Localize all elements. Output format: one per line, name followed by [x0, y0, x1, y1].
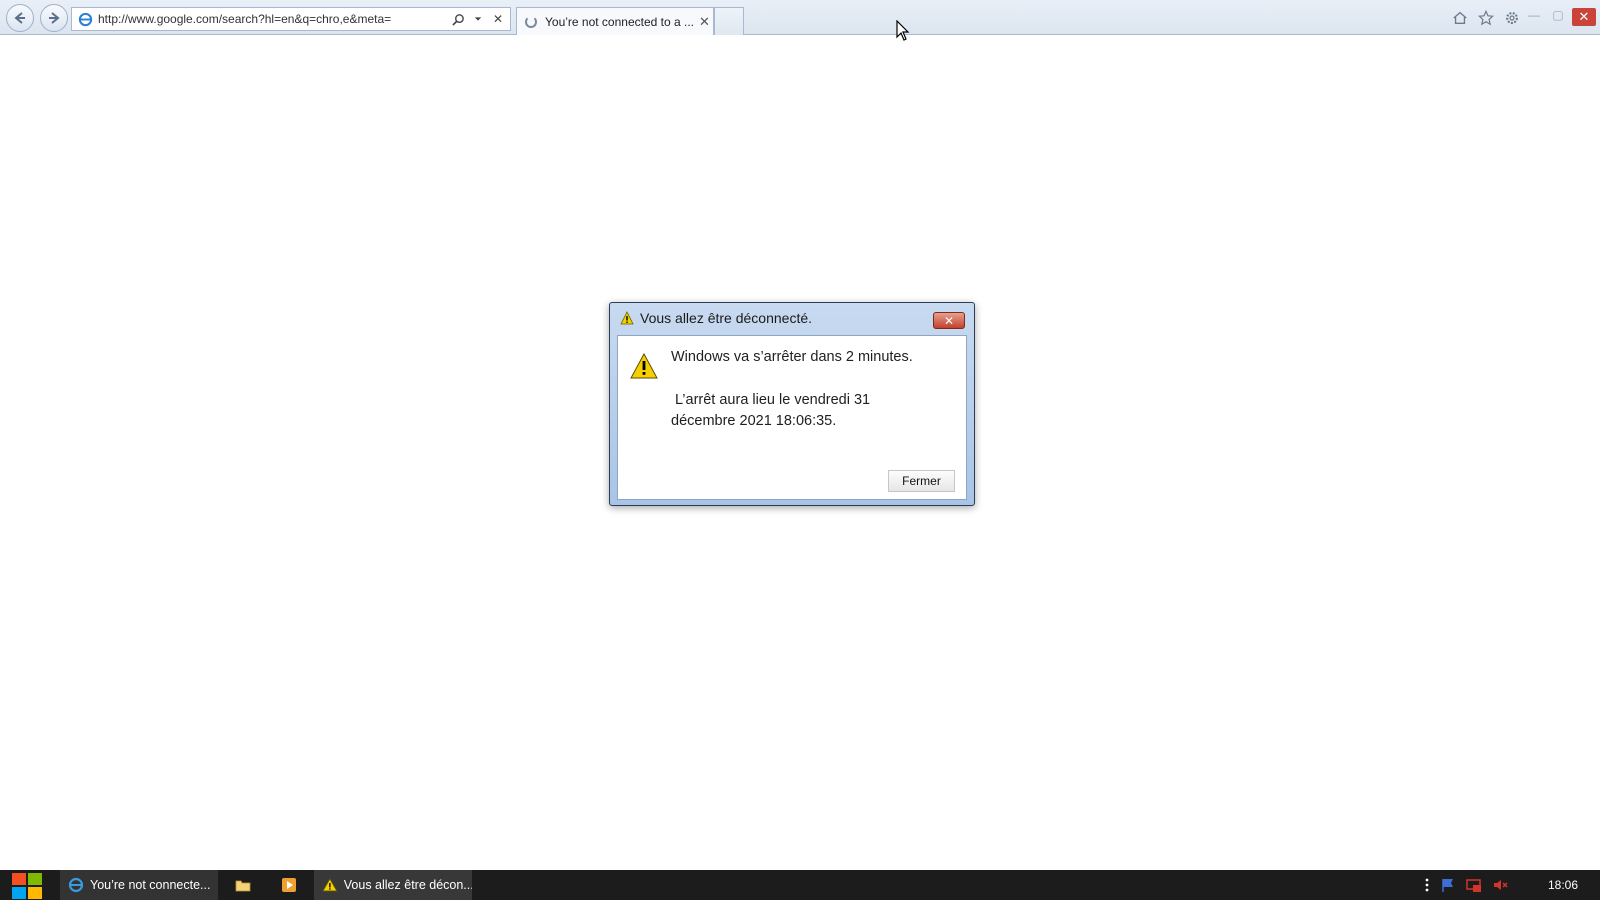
stop-icon[interactable]: ✕	[490, 11, 506, 27]
window-close-icon[interactable]: ✕	[1572, 8, 1596, 26]
maximize-icon[interactable]: ▢	[1548, 8, 1568, 22]
dialog-titlebar[interactable]: Vous allez être déconnecté.	[610, 303, 974, 333]
ie-icon	[68, 877, 84, 893]
toolbar-right-icons	[1450, 8, 1522, 28]
favorites-star-icon[interactable]	[1476, 8, 1496, 28]
taskbar-item-label: Vous allez être décon...	[343, 878, 472, 892]
dialog-message-primary: Windows va s’arrêter dans 2 minutes.	[671, 349, 913, 365]
tab-title: You’re not connected to a ...	[545, 14, 694, 29]
warning-small-icon	[620, 311, 634, 325]
new-tab-button[interactable]	[714, 7, 744, 35]
network-icon[interactable]	[1466, 877, 1482, 893]
shutdown-dialog: Vous allez être déconnecté. ✕ Windows va…	[609, 302, 975, 506]
back-button[interactable]	[6, 4, 34, 32]
fermer-button[interactable]: Fermer	[888, 470, 955, 492]
warning-icon	[322, 878, 338, 892]
dialog-body: Windows va s’arrêter dans 2 minutes. L’a…	[617, 335, 967, 500]
dropdown-chevron-icon[interactable]	[470, 11, 486, 27]
taskbar-item-label: You’re not connecte...	[90, 878, 211, 892]
loading-spinner-icon	[525, 15, 537, 28]
back-arrow-icon	[14, 12, 25, 24]
tab-close-icon[interactable]: ✕	[699, 14, 710, 30]
ie-page-icon	[76, 10, 94, 28]
tab-active[interactable]: You’re not connected to a ... ✕	[516, 7, 714, 35]
gear-icon[interactable]	[1502, 8, 1522, 28]
volume-muted-icon[interactable]	[1492, 877, 1508, 893]
media-player-icon	[282, 878, 296, 892]
taskbar-item-explorer[interactable]	[228, 870, 258, 900]
action-center-flag-icon[interactable]	[1440, 877, 1456, 893]
search-icon[interactable]	[450, 11, 466, 27]
dialog-message-secondary: L’arrêt aura lieu le vendredi 31 décembr…	[671, 392, 871, 429]
tray-overflow-icon[interactable]	[1424, 877, 1430, 893]
taskbar-item-dialog[interactable]: Vous allez être décon...	[314, 870, 472, 900]
browser-toolbar: http://www.google.com/search?hl=en&q=chr…	[0, 0, 1600, 35]
dialog-close-button[interactable]: ✕	[933, 312, 965, 329]
address-bar[interactable]: http://www.google.com/search?hl=en&q=chr…	[71, 7, 511, 31]
start-button-windows-logo-icon[interactable]	[10, 872, 44, 900]
folder-icon	[235, 880, 251, 892]
taskbar-clock[interactable]: 18:06	[1548, 878, 1578, 892]
dialog-title: Vous allez être déconnecté.	[640, 310, 813, 326]
taskbar-item-media-player[interactable]	[274, 870, 304, 900]
system-tray: 18:06	[1424, 870, 1588, 900]
forward-button[interactable]	[40, 4, 68, 32]
taskbar: You’re not connecte... Vous allez être d…	[0, 870, 1600, 900]
home-icon[interactable]	[1450, 8, 1470, 28]
mouse-cursor-icon	[896, 20, 910, 41]
taskbar-item-browser[interactable]: You’re not connecte...	[60, 870, 218, 900]
minimize-icon[interactable]: —	[1524, 8, 1544, 22]
address-url[interactable]: http://www.google.com/search?hl=en&q=chr…	[98, 12, 450, 26]
warning-icon	[630, 353, 658, 379]
forward-arrow-icon	[49, 12, 60, 24]
